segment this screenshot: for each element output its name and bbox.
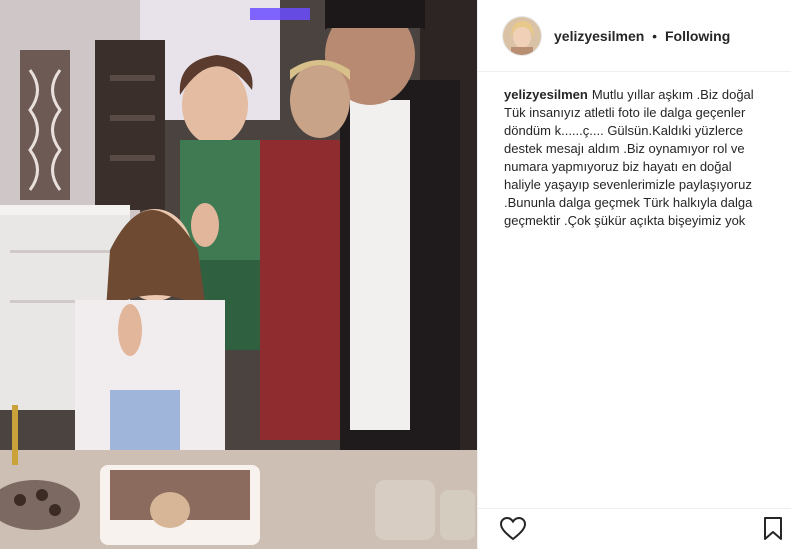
post-actions: [478, 508, 791, 549]
avatar[interactable]: [502, 15, 542, 56]
family-birthday-photo: [0, 0, 477, 549]
caption-text: Mutlu yıllar aşkım .Biz doğal Tük insanı…: [504, 87, 754, 228]
instagram-post: yelizyesilmen • Following yelizyesilmen M…: [0, 0, 791, 549]
following-button[interactable]: Following: [665, 28, 730, 44]
post-sidebar: yelizyesilmen • Following yelizyesilmen M…: [477, 0, 791, 549]
caption-username[interactable]: yelizyesilmen: [504, 87, 588, 102]
bookmark-icon: [764, 517, 782, 540]
heart-icon: [499, 516, 527, 541]
post-header: yelizyesilmen • Following: [478, 0, 791, 72]
post-photo[interactable]: [0, 0, 477, 549]
like-button[interactable]: [499, 516, 527, 541]
post-username[interactable]: yelizyesilmen: [554, 28, 644, 44]
post-caption: yelizyesilmen Mutlu yıllar aşkım .Biz doğ…: [478, 72, 791, 230]
avatar-image: [503, 16, 541, 55]
separator-dot: •: [652, 27, 658, 44]
save-button[interactable]: [763, 517, 783, 541]
